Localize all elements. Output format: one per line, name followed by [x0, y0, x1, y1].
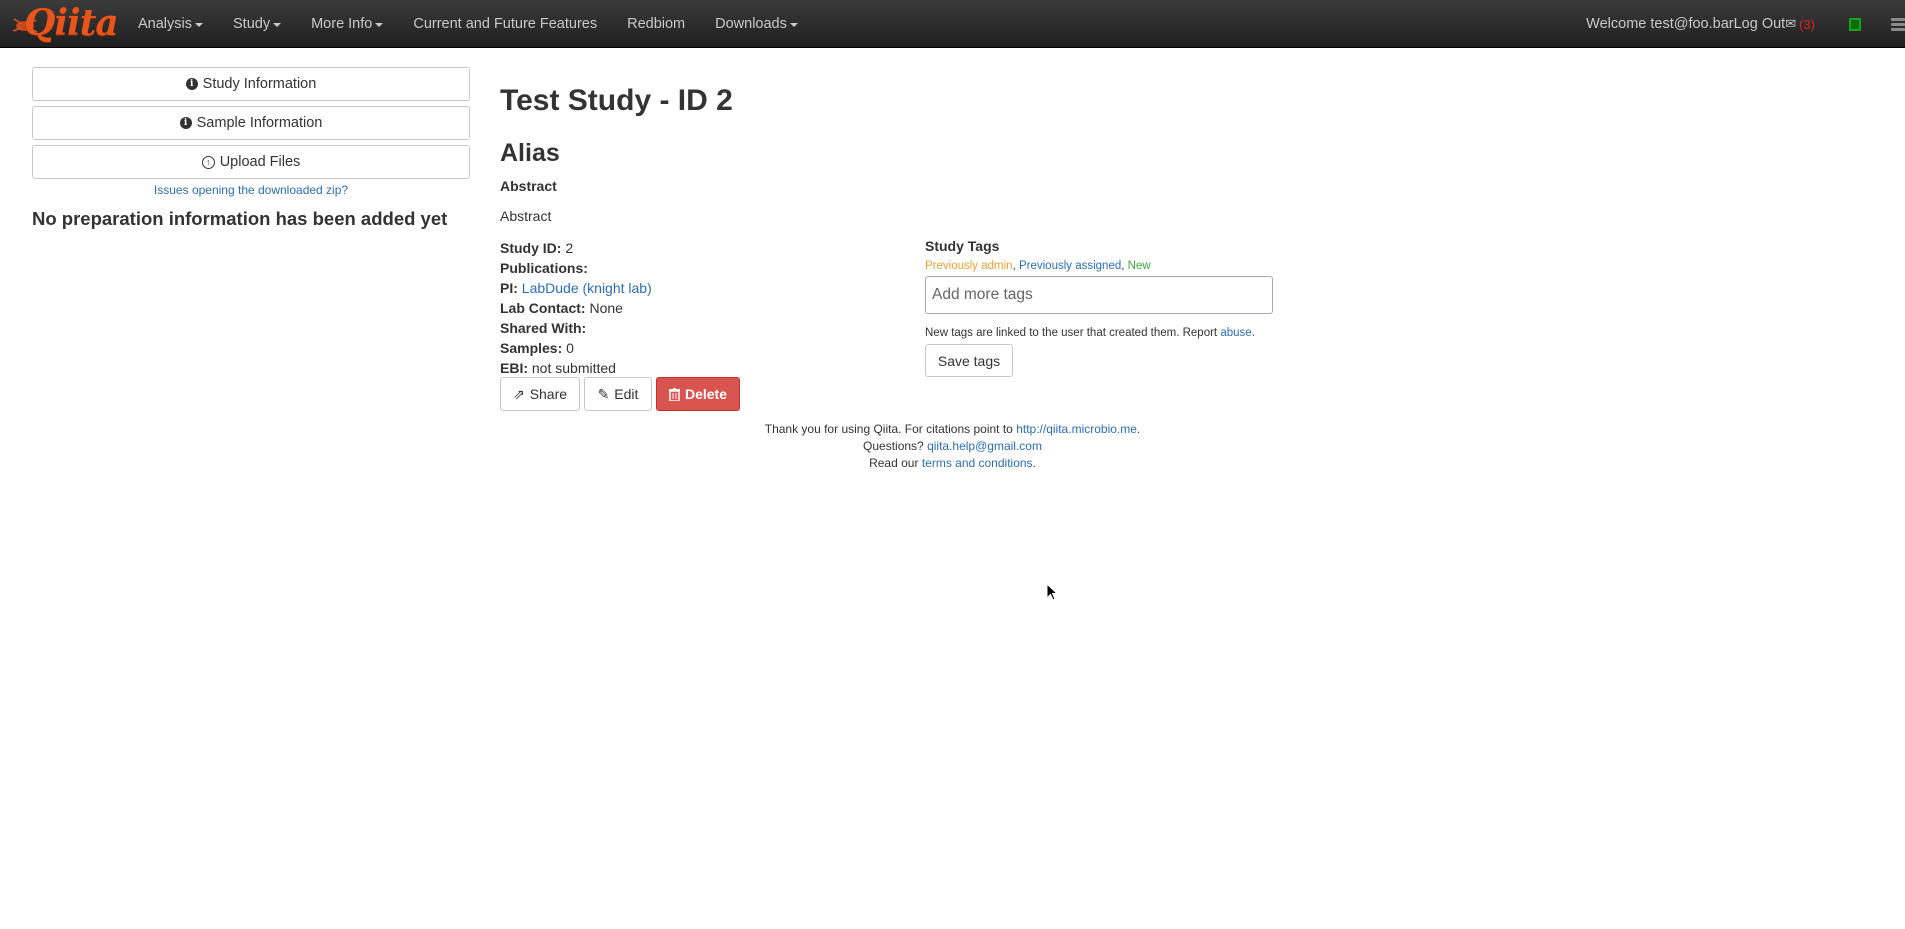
- nav-study[interactable]: Study: [233, 16, 282, 32]
- study-information-button[interactable]: i Study Information: [32, 67, 470, 101]
- info-circle-icon: i: [179, 117, 192, 129]
- mouse-cursor-icon: [1046, 583, 1058, 601]
- logout-link[interactable]: Log Out: [1734, 16, 1786, 32]
- trash-icon: [668, 387, 680, 401]
- jobs-icon[interactable]: [1849, 17, 1861, 31]
- pi-link[interactable]: LabDude (knight lab): [522, 280, 652, 296]
- lab-contact-row: Lab Contact: None: [500, 300, 623, 316]
- save-tags-button[interactable]: Save tags: [925, 344, 1013, 377]
- study-id-row: Study ID: 2: [500, 240, 574, 256]
- qiita-logo[interactable]: Qiita: [6, 0, 119, 48]
- study-details: Study ID: 2 Publications: PI: LabDude (k…: [500, 238, 652, 378]
- study-information-label: Study Information: [202, 76, 317, 92]
- delete-button[interactable]: Delete: [656, 377, 740, 411]
- caret-down-icon: [195, 23, 203, 27]
- share-icon: ⇗: [512, 385, 525, 402]
- edit-button[interactable]: ✎ Edit: [584, 377, 652, 411]
- no-preparation-message: No preparation information has been adde…: [32, 208, 448, 229]
- abstract-text: Abstract: [500, 208, 552, 224]
- abstract-heading: Abstract: [500, 178, 557, 194]
- upload-files-label: Upload Files: [219, 154, 301, 170]
- nav-current-future-features[interactable]: Current and Future Features: [413, 16, 597, 32]
- qiita-site-link[interactable]: http://qiita.microbio.me: [1016, 422, 1137, 436]
- study-tags-heading: Study Tags: [925, 238, 1000, 254]
- nav-downloads[interactable]: Downloads: [715, 16, 798, 32]
- footer: Thank you for using Qiita. For citations…: [764, 422, 1141, 470]
- publications-row: Publications:: [500, 260, 588, 276]
- samples-row: Samples: 0: [500, 340, 574, 356]
- top-navbar: Qiita Analysis Study More Info Current a…: [0, 0, 1905, 48]
- abuse-link[interactable]: abuse: [1220, 327, 1251, 339]
- legend-admin: Previously admin: [925, 260, 1013, 272]
- message-count: (3): [1799, 16, 1815, 32]
- caret-down-icon: [375, 23, 384, 27]
- upload-circle-icon: ↑: [201, 155, 215, 169]
- tags-legend: Previously admin, Previously assigned, N…: [925, 260, 1151, 272]
- legend-assigned: Previously assigned: [1018, 260, 1122, 272]
- study-title: Test Study - ID 2: [500, 84, 733, 117]
- study-alias: Alias: [500, 139, 560, 167]
- nav-analysis[interactable]: Analysis: [138, 16, 203, 32]
- terms-link[interactable]: terms and conditions: [922, 456, 1033, 470]
- legend-new: New: [1127, 260, 1151, 272]
- share-button[interactable]: ⇗ Share: [500, 377, 580, 411]
- envelope-icon: ✉: [1785, 16, 1797, 31]
- nav-more-info[interactable]: More Info: [311, 16, 384, 32]
- main-menu: Analysis Study More Info Current and Fut…: [138, 0, 828, 48]
- sample-information-label: Sample Information: [196, 115, 323, 131]
- caret-down-icon: [789, 23, 798, 27]
- pi-row: PI: LabDude (knight lab): [500, 280, 652, 296]
- zip-issues-link[interactable]: Issues opening the downloaded zip?: [32, 183, 470, 197]
- upload-files-button[interactable]: ↑ Upload Files: [32, 145, 470, 179]
- caret-down-icon: [273, 23, 282, 27]
- welcome-user[interactable]: Welcome test@foo.bar: [1586, 16, 1733, 32]
- help-email-link[interactable]: qiita.help@gmail.com: [927, 439, 1042, 453]
- shared-with-row: Shared With:: [500, 320, 587, 336]
- brand-name: Qiita: [24, 2, 119, 44]
- tags-input[interactable]: [925, 276, 1273, 314]
- sample-information-button[interactable]: i Sample Information: [32, 106, 470, 140]
- hamburger-menu-icon[interactable]: [1891, 17, 1905, 31]
- ebi-row: EBI: not submitted: [500, 360, 616, 376]
- info-circle-icon: i: [185, 78, 198, 90]
- edit-icon: ✎: [597, 385, 610, 402]
- nav-redbiom[interactable]: Redbiom: [627, 16, 685, 32]
- messages-link[interactable]: ✉ (3): [1785, 16, 1815, 32]
- user-menu: Welcome test@foo.bar Log Out ✉ (3): [1586, 0, 1905, 48]
- tags-note: New tags are linked to the user that cre…: [925, 327, 1255, 339]
